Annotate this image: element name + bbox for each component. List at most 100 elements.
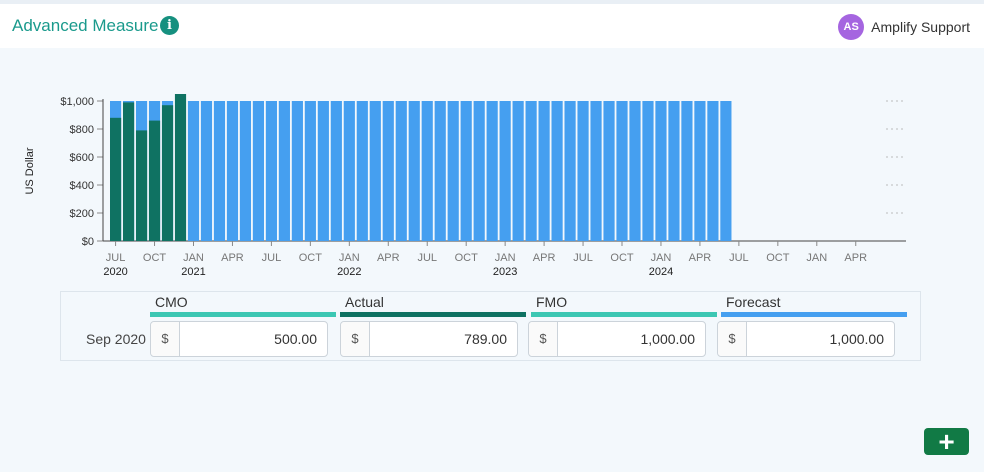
x-tick-label: APR xyxy=(221,252,244,264)
forecast-bar xyxy=(681,101,693,241)
x-tick-label: JUL xyxy=(729,252,749,264)
forecast-bar xyxy=(486,101,498,241)
x-tick-label: JUL xyxy=(106,252,126,264)
fmo-label: FMO xyxy=(536,294,568,310)
forecast-input[interactable]: $ 1,000.00 xyxy=(717,321,895,357)
currency-prefix: $ xyxy=(718,322,747,356)
forecast-bar xyxy=(291,101,303,241)
x-year-label: 2022 xyxy=(337,266,361,278)
actual-color-bar xyxy=(340,312,526,317)
actual-bar xyxy=(110,117,122,241)
page-header: Advanced Measure i AS Amplify Support xyxy=(0,4,984,48)
row-label: Sep 2020 xyxy=(86,331,146,347)
forecast-bar xyxy=(382,101,394,241)
x-year-label: 2021 xyxy=(181,266,205,278)
forecast-bar xyxy=(694,101,706,241)
forecast-bar xyxy=(603,101,615,241)
add-button[interactable]: + xyxy=(924,428,969,456)
forecast-bar xyxy=(356,101,368,241)
forecast-bar xyxy=(343,101,355,241)
x-tick-label: APR xyxy=(377,252,400,264)
forecast-bar xyxy=(330,101,342,241)
actual-column: Actual xyxy=(340,292,526,317)
user-name[interactable]: Amplify Support xyxy=(871,19,970,35)
forecast-bar xyxy=(239,101,252,241)
fmo-input[interactable]: $ 1,000.00 xyxy=(528,321,706,357)
y-tick-label: $200 xyxy=(70,208,94,220)
x-tick-label: JAN xyxy=(806,252,827,264)
x-tick-label: JAN xyxy=(339,252,360,264)
forecast-bar xyxy=(252,101,265,241)
x-tick-label: JUL xyxy=(262,252,282,264)
cmo-input[interactable]: $ 500.00 xyxy=(150,321,328,357)
bar-chart: US Dollar $0 $200 $400 $600 $800 $1,000 JUL OCT J… xyxy=(24,94,906,278)
user-menu[interactable]: AS Amplify Support xyxy=(838,14,970,40)
cmo-value[interactable]: 500.00 xyxy=(180,322,327,356)
cmo-label: CMO xyxy=(155,294,188,310)
forecast-bar xyxy=(265,101,277,241)
actual-label: Actual xyxy=(345,294,384,310)
x-tick-label: JAN xyxy=(651,252,672,264)
forecast-bar xyxy=(720,101,732,241)
forecast-bar xyxy=(642,101,654,241)
y-tick-label: $800 xyxy=(70,124,94,136)
forecast-bar xyxy=(213,101,226,241)
x-tick-label: OCT xyxy=(143,252,167,264)
currency-prefix: $ xyxy=(151,322,180,356)
fmo-value[interactable]: 1,000.00 xyxy=(558,322,705,356)
cmo-color-bar xyxy=(150,312,336,317)
currency-prefix: $ xyxy=(529,322,558,356)
forecast-bar xyxy=(460,101,472,241)
forecast-bar xyxy=(577,101,589,241)
x-tick-label: OCT xyxy=(455,252,479,264)
forecast-bar xyxy=(668,101,680,241)
info-icon[interactable]: i xyxy=(160,16,179,35)
actual-value[interactable]: 789.00 xyxy=(370,322,517,356)
forecast-bar xyxy=(655,101,667,241)
forecast-bar xyxy=(512,101,524,241)
forecast-bar xyxy=(707,101,719,241)
forecast-column: Forecast xyxy=(721,292,907,317)
actual-bar xyxy=(174,94,187,241)
forecast-bar xyxy=(395,101,407,241)
forecast-bar xyxy=(564,101,576,241)
x-tick-label: OCT xyxy=(299,252,323,264)
forecast-bar xyxy=(551,101,563,241)
y-tick-label: $600 xyxy=(70,152,94,164)
forecast-bar xyxy=(200,101,213,241)
avatar[interactable]: AS xyxy=(838,14,865,40)
x-tick-label: JAN xyxy=(183,252,204,264)
y-tick-label: $1,000 xyxy=(60,96,94,108)
x-tick-label: OCT xyxy=(766,252,790,264)
forecast-value[interactable]: 1,000.00 xyxy=(747,322,894,356)
x-tick-label: APR xyxy=(689,252,712,264)
x-tick-label: JUL xyxy=(573,252,593,264)
x-tick-label: JAN xyxy=(495,252,516,264)
forecast-bar xyxy=(629,101,641,241)
fmo-color-bar xyxy=(531,312,717,317)
forecast-bar xyxy=(226,101,239,241)
forecast-bar xyxy=(499,101,511,241)
forecast-bar xyxy=(408,101,420,241)
forecast-bar xyxy=(278,101,290,241)
forecast-bar xyxy=(304,101,316,241)
actual-bar xyxy=(148,120,161,241)
forecast-bar xyxy=(473,101,485,241)
actual-bar xyxy=(161,105,174,241)
forecast-bar xyxy=(538,101,550,241)
forecast-bar xyxy=(317,101,329,241)
page-title: Advanced Measure xyxy=(12,16,159,35)
y-tick-label: $0 xyxy=(82,236,94,248)
actual-bar xyxy=(122,102,135,242)
forecast-bar xyxy=(590,101,602,241)
forecast-bar xyxy=(616,101,628,241)
forecast-bar xyxy=(434,101,446,241)
forecast-bar xyxy=(447,101,459,241)
x-tick-label: JUL xyxy=(417,252,437,264)
forecast-color-bar xyxy=(721,312,907,317)
actual-input[interactable]: $ 789.00 xyxy=(340,321,518,357)
currency-prefix: $ xyxy=(341,322,370,356)
x-tick-label: OCT xyxy=(610,252,634,264)
actual-bar xyxy=(135,130,148,241)
x-year-label: 2024 xyxy=(649,266,673,278)
